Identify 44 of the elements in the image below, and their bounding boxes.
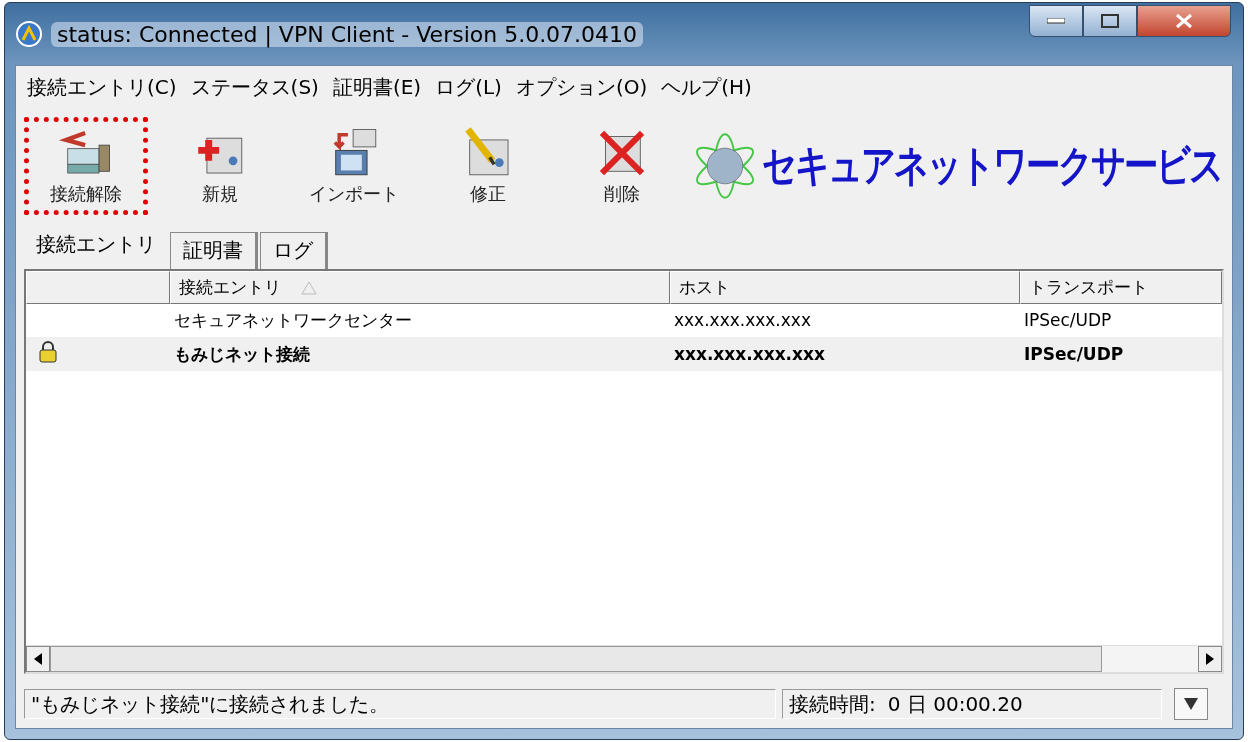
maximize-icon xyxy=(1101,14,1119,28)
caret-icon xyxy=(1184,698,1198,710)
minimize-icon xyxy=(1047,18,1065,24)
toolbar-button[interactable]: 接続解除 xyxy=(24,117,148,215)
table-cell-text: xxx.xxx.xxx.xxx xyxy=(673,344,826,364)
tab[interactable]: 証明書 xyxy=(170,232,258,269)
column-header[interactable]: ホスト xyxy=(670,271,1020,304)
table-cell-text: xxx.xxx.xxx.xxx xyxy=(673,310,812,330)
close-icon xyxy=(1175,13,1193,29)
toolbar-button[interactable]: インポート xyxy=(292,117,416,215)
table-row[interactable]: もみじネット接続 xxx.xxx.xxx.xxx IPSec/UDP xyxy=(26,337,1222,371)
column-header[interactable]: 接続エントリ xyxy=(170,271,670,304)
table-cell-text: IPSec/UDP xyxy=(1023,310,1113,330)
menu-item[interactable]: ログ(L) xyxy=(432,72,505,103)
tab[interactable]: ログ xyxy=(260,232,328,269)
column-header[interactable] xyxy=(26,271,170,304)
status-message: "もみじネット接続"に接続されました。 xyxy=(24,689,776,719)
scroll-right-icon[interactable] xyxy=(1206,653,1214,665)
horizontal-scrollbar[interactable] xyxy=(26,645,1222,672)
time-label: 接続時間: xyxy=(789,690,876,718)
dropdown-button[interactable] xyxy=(1174,688,1208,720)
maximize-button[interactable] xyxy=(1083,5,1137,37)
time-value: 0 日 00:00.20 xyxy=(887,690,1023,718)
table-cell-text: もみじネット接続 xyxy=(173,342,311,366)
menu-item[interactable]: 証明書(E) xyxy=(329,72,425,103)
scroll-left-icon[interactable] xyxy=(34,653,42,665)
window-title: status: Connected | VPN Client - Version 5.0.07.0410 xyxy=(51,21,644,47)
app-icon xyxy=(15,20,43,48)
logo-text: セキュアネットワークサービス xyxy=(762,138,1222,192)
table-cell-text: セキュアネットワークセンター xyxy=(173,308,413,332)
close-button[interactable] xyxy=(1137,5,1231,37)
menu-item[interactable]: ステータス(S) xyxy=(187,72,322,103)
menu-item[interactable]: オプション(O) xyxy=(512,72,651,103)
menu-item[interactable]: ヘルプ(H) xyxy=(658,72,755,103)
toolbar-button[interactable]: 修正 xyxy=(426,117,550,215)
minimize-button[interactable] xyxy=(1029,5,1083,37)
lock-icon xyxy=(38,340,58,364)
sort-arrow-icon xyxy=(301,280,317,295)
table-row[interactable]: セキュアネットワークセンター xxx.xxx.xxx.xxx IPSec/UDP xyxy=(26,303,1222,337)
column-header[interactable]: トランスポート xyxy=(1020,271,1222,304)
table-cell-text: IPSec/UDP xyxy=(1023,344,1125,364)
menu-item[interactable]: 接続エントリ(C) xyxy=(24,72,180,103)
toolbar-button[interactable]: 削除 xyxy=(560,117,684,215)
toolbar-button[interactable]: 新規 xyxy=(158,117,282,215)
